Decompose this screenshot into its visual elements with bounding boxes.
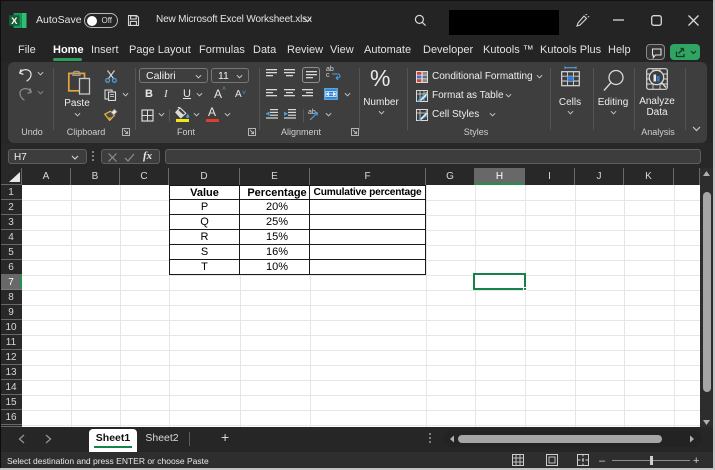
svg-text:X: X [11, 16, 18, 27]
